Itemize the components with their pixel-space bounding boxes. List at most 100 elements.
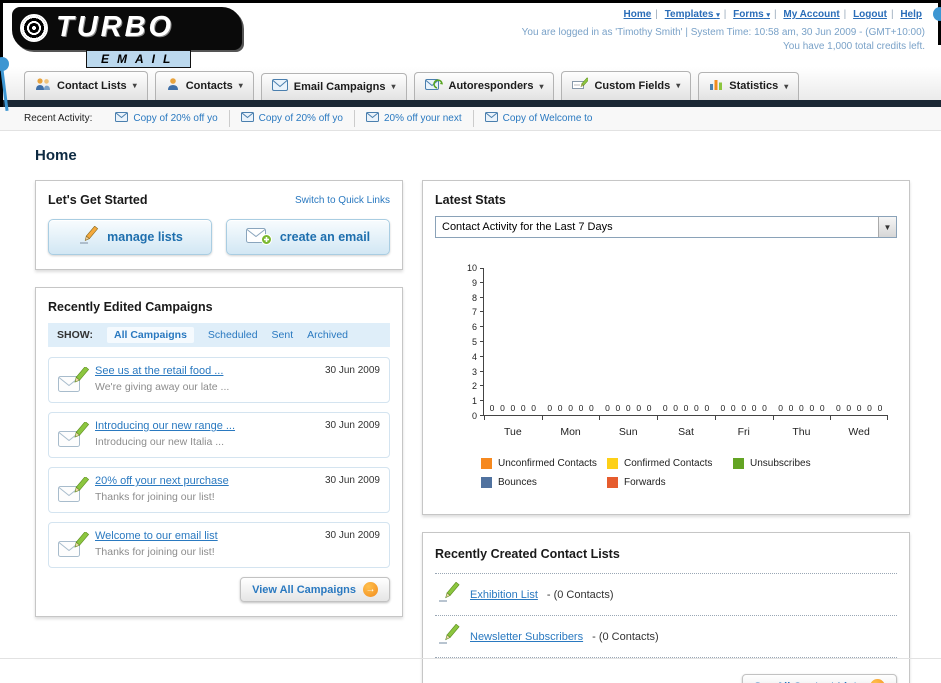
chart-value-label: 0 bbox=[867, 403, 872, 413]
create-email-label: create an email bbox=[279, 230, 371, 244]
top-link-my-account[interactable]: My Account bbox=[783, 9, 839, 20]
campaign-date: 30 Jun 2009 bbox=[324, 475, 380, 486]
contact-lists-icon bbox=[35, 77, 51, 94]
stats-period-select[interactable]: Contact Activity for the Last 7 Days ▼ bbox=[435, 216, 897, 238]
campaign-subtitle: Introducing our new Italia ... bbox=[95, 436, 224, 448]
chart-value-label: 0 bbox=[520, 403, 526, 413]
chart-value-label: 0 bbox=[500, 403, 505, 413]
switch-quick-links-link[interactable]: Switch to Quick Links bbox=[295, 195, 390, 206]
x-axis-tick bbox=[541, 415, 543, 420]
campaign-row[interactable]: 20% off your next purchase Thanks for jo… bbox=[48, 467, 390, 513]
arrow-right-icon: → bbox=[363, 582, 378, 597]
campaign-envelope-pencil-icon bbox=[57, 421, 90, 455]
chart-value-label: 0 bbox=[589, 403, 594, 413]
chart-value-labels: 00000 bbox=[542, 403, 600, 413]
contact-list-link[interactable]: Newsletter Subscribers bbox=[470, 631, 583, 643]
chart-value-label: 0 bbox=[877, 403, 883, 413]
nav-tab-statistics[interactable]: Statistics ▾ bbox=[698, 72, 800, 100]
footer-divider bbox=[0, 658, 941, 659]
x-axis-tick bbox=[484, 415, 485, 420]
campaign-date: 30 Jun 2009 bbox=[324, 420, 380, 431]
y-axis-tick-label: 2 bbox=[471, 381, 477, 392]
nav-tab-label: Email Campaigns bbox=[293, 80, 386, 93]
credits-info: You have 1,000 total credits left. bbox=[783, 41, 925, 52]
top-link-logout[interactable]: Logout bbox=[853, 9, 887, 20]
recent-activity-item[interactable]: Copy of 20% off yo bbox=[230, 110, 355, 127]
chart-value-label: 0 bbox=[762, 403, 767, 413]
chart-value-label: 0 bbox=[605, 403, 610, 413]
show-label: SHOW: bbox=[57, 329, 93, 341]
chart-value-label: 0 bbox=[778, 403, 783, 413]
envelope-icon bbox=[115, 112, 129, 125]
x-axis-category-label: Thu bbox=[792, 426, 811, 438]
legend-label: Unconfirmed Contacts bbox=[498, 458, 597, 469]
recent-activity-item[interactable]: Copy of 20% off yo bbox=[104, 110, 230, 127]
chart-value-label: 0 bbox=[683, 403, 689, 413]
recent-activity-text: Copy of Welcome to bbox=[502, 113, 593, 124]
chart-value-label: 0 bbox=[531, 403, 537, 413]
campaign-row[interactable]: Welcome to our email list Thanks for joi… bbox=[48, 522, 390, 568]
view-all-campaigns-button[interactable]: View All Campaigns → bbox=[240, 577, 390, 602]
chart-value-labels: 00000 bbox=[657, 403, 715, 413]
contact-list-row[interactable]: Exhibition List - (0 Contacts) bbox=[435, 574, 897, 616]
recent-activity-item[interactable]: 20% off your next bbox=[355, 110, 474, 127]
nav-tab-autoresponders[interactable]: Autoresponders ▾ bbox=[413, 72, 555, 100]
campaign-subtitle: Thanks for joining our list! bbox=[95, 546, 215, 558]
contact-list-row[interactable]: Newsletter Subscribers - (0 Contacts) bbox=[435, 616, 897, 658]
campaign-row[interactable]: Introducing our new range ... Introducin… bbox=[48, 412, 390, 458]
chart-value-label: 0 bbox=[547, 403, 553, 413]
create-email-button[interactable]: create an email bbox=[226, 219, 390, 255]
campaign-date: 30 Jun 2009 bbox=[324, 530, 380, 541]
chart-value-labels: 00000 bbox=[715, 403, 773, 413]
custom-fields-icon bbox=[572, 77, 590, 94]
list-pencil-icon bbox=[437, 623, 461, 649]
envelope-plus-icon bbox=[245, 226, 272, 249]
right-column: Latest Stats Contact Activity for the La… bbox=[422, 180, 910, 683]
filter-archived[interactable]: Archived bbox=[307, 329, 348, 341]
logo-subtitle: EMAIL bbox=[86, 50, 192, 68]
campaign-subtitle: We're giving away our late ... bbox=[95, 381, 230, 393]
chart-value-label: 0 bbox=[568, 403, 573, 413]
stats-period-value: Contact Activity for the Last 7 Days bbox=[442, 221, 613, 233]
logo-title: TURBO bbox=[56, 11, 175, 43]
chart-value-label: 0 bbox=[510, 403, 516, 413]
see-all-contact-lists-button[interactable]: See All Contact Lists → bbox=[741, 674, 897, 683]
top-link-templates[interactable]: Templates ▾ bbox=[665, 9, 720, 20]
legend-item: Forwards bbox=[607, 477, 733, 488]
nav-tab-contact-lists[interactable]: Contact Lists ▾ bbox=[24, 71, 148, 100]
chart-value-label: 0 bbox=[741, 403, 747, 413]
top-link-help[interactable]: Help bbox=[900, 9, 922, 20]
chart-category-group: 0 0 0 0 0 Sun bbox=[599, 268, 657, 438]
nav-tab-email-campaigns[interactable]: Email Campaigns ▾ bbox=[260, 73, 407, 100]
x-axis-category-label: Wed bbox=[848, 426, 870, 438]
turbo-email-logo[interactable]: TURBO EMAIL bbox=[12, 7, 242, 68]
campaigns-filter-bar: SHOW: All Campaigns Scheduled Sent Archi… bbox=[48, 323, 390, 347]
campaign-row[interactable]: See us at the retail food ... We're givi… bbox=[48, 357, 390, 403]
legend-swatch bbox=[607, 458, 618, 469]
y-axis-tick-label: 1 bbox=[471, 396, 477, 407]
logo-swirl-icon bbox=[20, 13, 48, 42]
contact-list-link[interactable]: Exhibition List bbox=[470, 589, 538, 601]
nav-tab-contacts[interactable]: Contacts ▾ bbox=[154, 71, 254, 100]
campaign-envelope-pencil-icon bbox=[57, 366, 90, 400]
top-link-home[interactable]: Home bbox=[624, 9, 652, 20]
filter-sent[interactable]: Sent bbox=[272, 329, 294, 341]
y-axis-tick-label: 8 bbox=[471, 292, 477, 303]
nav-tab-label: Contact Lists bbox=[57, 79, 127, 92]
top-link-forms[interactable]: Forms ▾ bbox=[733, 9, 770, 20]
filter-scheduled[interactable]: Scheduled bbox=[208, 329, 258, 341]
nav-tab-custom-fields[interactable]: Custom Fields ▾ bbox=[561, 71, 692, 100]
chart-value-label: 0 bbox=[730, 403, 736, 413]
chart-value-label: 0 bbox=[799, 403, 804, 413]
legend-item: Confirmed Contacts bbox=[607, 458, 733, 469]
envelope-icon bbox=[365, 112, 379, 125]
manage-lists-button[interactable]: manage lists bbox=[48, 219, 212, 255]
main-content: Home Let's Get Started Switch to Quick L… bbox=[0, 131, 941, 683]
chart-value-labels: 00000 bbox=[599, 403, 657, 413]
x-axis-category-label: Sat bbox=[678, 426, 694, 438]
recent-activity-item[interactable]: Copy of Welcome to bbox=[474, 110, 604, 127]
legend-label: Unsubscribes bbox=[750, 458, 811, 469]
x-axis-category-label: Fri bbox=[737, 426, 750, 438]
filter-all-campaigns[interactable]: All Campaigns bbox=[106, 327, 194, 343]
campaigns-title: Recently Edited Campaigns bbox=[48, 300, 213, 314]
